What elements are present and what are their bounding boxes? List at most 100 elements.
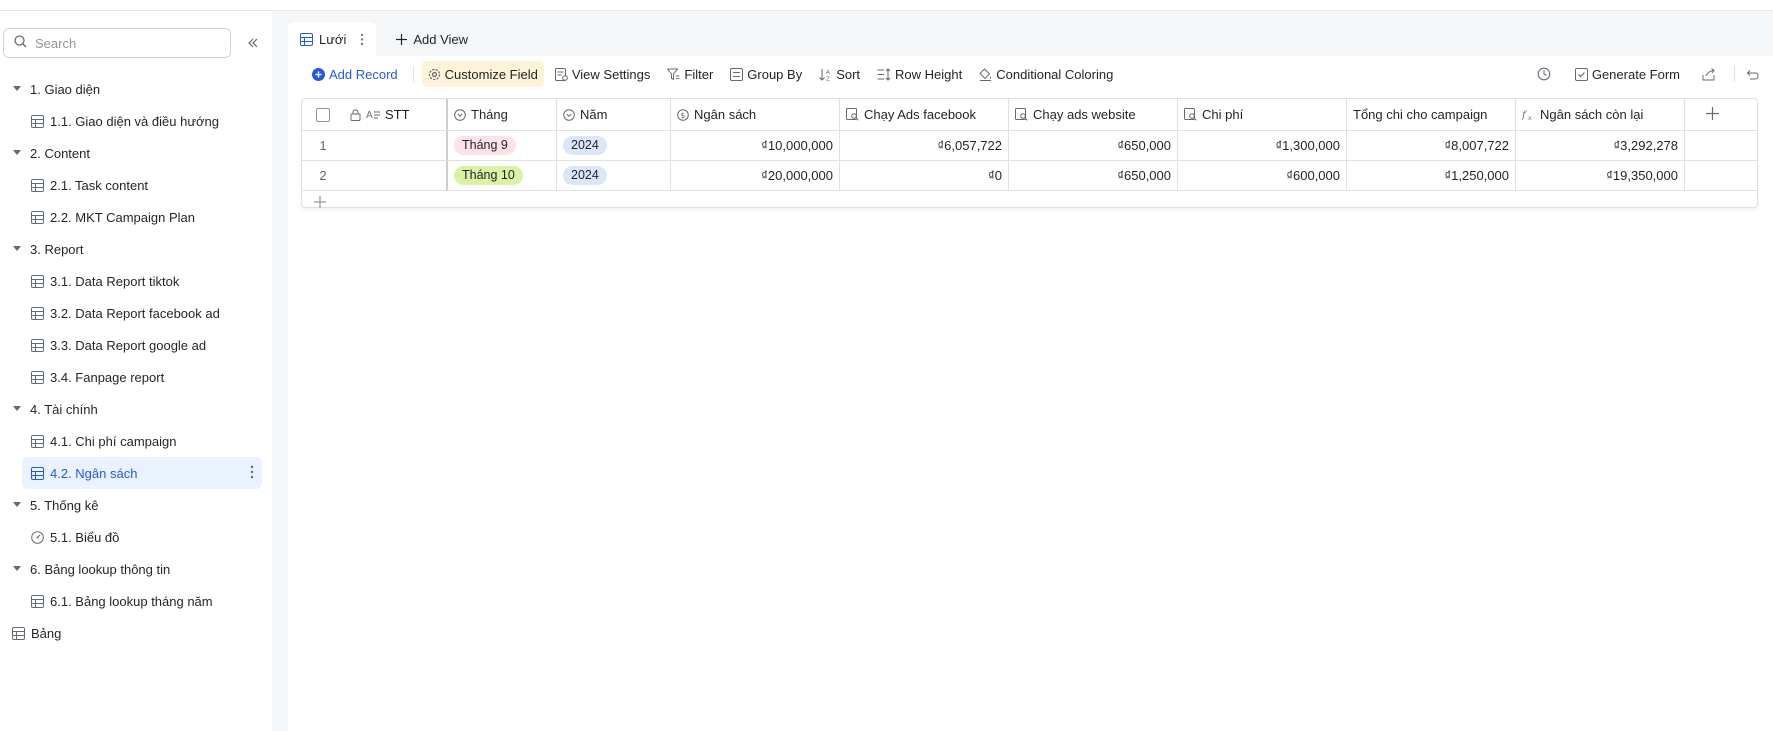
sidebar-group-content[interactable]: 2. Content	[0, 137, 272, 169]
sidebar-group-giao-dien[interactable]: 1. Giao diện	[0, 73, 272, 105]
cell-con-lai[interactable]: ₫19,350,000	[1516, 161, 1685, 190]
sidebar-item-ngan-sach[interactable]: 4.2. Ngân sách	[22, 457, 262, 489]
sidebar-item-task-content[interactable]: 2.1. Task content	[0, 169, 272, 201]
cell-tong-chi[interactable]: ₫1,250,000	[1347, 161, 1516, 190]
cell-con-lai[interactable]: ₫3,292,278	[1516, 131, 1685, 160]
column-header-thang[interactable]: Tháng	[448, 99, 557, 130]
column-header-nam[interactable]: Năm	[557, 99, 671, 130]
lookup-icon	[1015, 108, 1028, 121]
sort-button[interactable]: AZ Sort	[813, 61, 866, 87]
cell-ngan-sach[interactable]: ₫20,000,000	[671, 161, 840, 190]
column-header-stt[interactable]: A STT	[344, 99, 448, 130]
select-all-checkbox[interactable]	[316, 107, 330, 122]
tab-luoi[interactable]: Lưới	[288, 22, 377, 56]
cell-tong-chi[interactable]: ₫8,007,722	[1347, 131, 1516, 160]
column-header-label: Năm	[580, 107, 608, 122]
svg-text:A: A	[366, 110, 373, 120]
sidebar-item-report-tiktok[interactable]: 3.1. Data Report tiktok	[0, 265, 272, 297]
group-by-button[interactable]: Group By	[724, 61, 808, 87]
sidebar-group-thong-ke[interactable]: 5. Thống kê	[0, 489, 272, 521]
filter-button[interactable]: Filter	[661, 61, 719, 87]
gear-icon	[428, 68, 441, 81]
cell-ads-website[interactable]: ₫650,000	[1009, 161, 1178, 190]
add-row-button[interactable]	[314, 196, 326, 211]
column-header-label: Ngân sách	[694, 107, 757, 122]
cell-ads-facebook[interactable]: ₫0	[840, 161, 1009, 190]
customize-field-button[interactable]: Customize Field	[421, 61, 544, 87]
row-height-button[interactable]: Row Height	[871, 61, 968, 87]
view-settings-button[interactable]: View Settings	[549, 61, 657, 87]
sidebar-group-tai-chinh[interactable]: 4. Tài chính	[0, 393, 272, 425]
add-column-button[interactable]	[1685, 99, 1740, 130]
share-icon	[1702, 67, 1716, 81]
add-record-button[interactable]: Add Record	[306, 61, 404, 87]
plus-icon	[314, 196, 326, 211]
more-vertical-icon[interactable]	[360, 33, 364, 46]
view-content: Add Record Customize Field View Settings…	[288, 56, 1773, 731]
paint-bucket-icon	[979, 67, 992, 81]
caret-down-icon	[12, 148, 22, 158]
column-header-chi-phi[interactable]: Chi phí	[1178, 99, 1347, 130]
cell-nam[interactable]: 2024	[557, 161, 671, 190]
cell-chi-phi[interactable]: ₫1,300,000	[1178, 131, 1347, 160]
group-by-label: Group By	[747, 66, 803, 82]
form-check-icon	[1574, 67, 1588, 81]
more-vertical-icon[interactable]	[250, 465, 254, 482]
column-header-ads-facebook[interactable]: Chạy Ads facebook	[840, 99, 1009, 130]
cell-ngan-sach[interactable]: ₫10,000,000	[671, 131, 840, 160]
sidebar-group-report[interactable]: 3. Report	[0, 233, 272, 265]
sidebar-item-fanpage-report[interactable]: 3.4. Fanpage report	[0, 361, 272, 393]
main-area: Lưới Add View Add Record Customize Field…	[272, 11, 1773, 731]
plus-icon	[1706, 106, 1719, 123]
cell-nam[interactable]: 2024	[557, 131, 671, 160]
column-header-label: Chạy Ads facebook	[864, 107, 977, 122]
column-header-label: Chạy ads website	[1033, 107, 1136, 122]
column-header-con-lai[interactable]: fx Ngân sách còn lại	[1516, 99, 1685, 130]
cell-stt[interactable]	[344, 131, 448, 160]
sidebar-item-label: 3.2. Data Report facebook ad	[50, 305, 220, 321]
search-box[interactable]	[3, 28, 231, 58]
history-button[interactable]	[1531, 61, 1561, 87]
sidebar-item-report-facebook[interactable]: 3.2. Data Report facebook ad	[0, 297, 272, 329]
search-icon	[14, 35, 27, 51]
sort-label: Sort	[836, 66, 861, 82]
sidebar-item-report-google[interactable]: 3.3. Data Report google ad	[0, 329, 272, 361]
table-row[interactable]: 2 Tháng 10 2024 ₫20,000,000 ₫0 ₫650,000 …	[302, 161, 1757, 191]
table-row[interactable]: 1 Tháng 9 2024 ₫10,000,000 ₫6,057,722 ₫6…	[302, 131, 1757, 161]
sidebar-item-bieu-do[interactable]: 5.1. Biểu đồ	[0, 521, 272, 553]
sidebar-group-bang-lookup[interactable]: 6. Bảng lookup thông tin	[0, 553, 272, 585]
cell-ads-website[interactable]: ₫650,000	[1009, 131, 1178, 160]
cell-chi-phi[interactable]: ₫600,000	[1178, 161, 1347, 190]
sidebar-item-mkt-campaign-plan[interactable]: 2.2. MKT Campaign Plan	[0, 201, 272, 233]
cell-stt[interactable]	[344, 161, 448, 190]
conditional-coloring-button[interactable]: Conditional Coloring	[973, 61, 1119, 87]
sidebar-item-chi-phi-campaign[interactable]: 4.1. Chi phí campaign	[0, 425, 272, 457]
toolbar: Add Record Customize Field View Settings…	[288, 56, 1773, 92]
sidebar-item-giao-dien-dieu-huong[interactable]: 1.1. Giao diện và điều hướng	[0, 105, 272, 137]
formula-icon: fx	[1522, 108, 1535, 121]
add-view-button[interactable]: Add View	[376, 22, 482, 56]
cell-thang[interactable]: Tháng 10	[448, 161, 557, 190]
column-header-ads-website[interactable]: Chạy ads website	[1009, 99, 1178, 130]
undo-button[interactable]	[1739, 61, 1769, 87]
cell-ads-facebook[interactable]: ₫6,057,722	[840, 131, 1009, 160]
table-icon	[12, 626, 25, 640]
column-header-ngan-sach[interactable]: $ Ngân sách	[671, 99, 840, 130]
generate-form-button[interactable]: Generate Form	[1569, 61, 1686, 87]
select-all-checkbox-cell[interactable]	[302, 99, 344, 130]
single-select-icon	[563, 108, 575, 121]
share-button[interactable]	[1696, 61, 1726, 87]
lookup-icon	[1184, 108, 1197, 121]
data-grid: A STT Tháng Năm $ Ngân sách Chạy Ads fac…	[301, 98, 1758, 208]
collapse-sidebar-icon[interactable]	[243, 33, 263, 53]
sidebar-group-label: 5. Thống kê	[30, 497, 99, 513]
sidebar-item-bang-lookup-thang-nam[interactable]: 6.1. Bảng lookup tháng năm	[0, 585, 272, 617]
settings-doc-icon	[554, 67, 568, 81]
sidebar-item-bang[interactable]: Bảng	[0, 617, 272, 649]
search-input[interactable]	[35, 35, 215, 51]
month-tag: Tháng 9	[454, 136, 516, 155]
cell-thang[interactable]: Tháng 9	[448, 131, 557, 160]
row-index: 2	[319, 168, 327, 183]
column-header-tong-chi[interactable]: Tổng chi cho campaign	[1347, 99, 1516, 130]
caret-down-icon	[12, 500, 22, 510]
